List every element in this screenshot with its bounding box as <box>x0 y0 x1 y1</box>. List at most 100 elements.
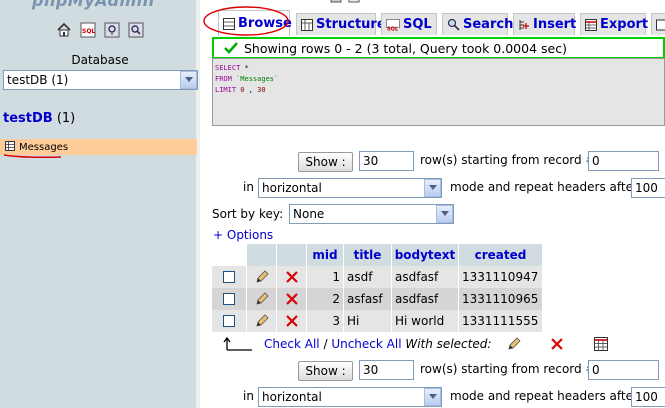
cell-bodytext: Hi world <box>392 310 459 332</box>
operations-icon <box>656 19 665 31</box>
tab-export[interactable]: Export <box>580 13 649 35</box>
start-record-input-bottom[interactable]: 0 <box>588 360 659 380</box>
delete-icon[interactable] <box>285 292 299 306</box>
column-header-mid[interactable]: mid <box>307 244 344 266</box>
header-delete-col <box>277 244 307 266</box>
tab-structure-label: Structure <box>316 17 386 32</box>
sql-line-select: SELECT * <box>215 64 249 72</box>
cell-title: Hi <box>344 310 392 332</box>
column-header-title[interactable]: title <box>344 244 392 266</box>
database-name-link[interactable]: testDB <box>3 111 53 126</box>
home-icon[interactable] <box>56 22 72 38</box>
mode-repeat-text-top: mode and repeat headers after <box>450 180 638 194</box>
display-mode-value-bottom: horizontal <box>262 390 322 404</box>
edit-pencil-icon[interactable] <box>254 291 270 307</box>
sql-tab-icon: SQL <box>386 18 400 31</box>
phpmyadmin-logo[interactable]: phpMyAdmin <box>32 0 155 10</box>
row-checkbox[interactable] <box>223 315 235 327</box>
help-icon[interactable] <box>128 22 144 38</box>
success-check-icon <box>224 42 238 54</box>
rows-starting-text-top: row(s) starting from record # <box>420 153 596 167</box>
database-label: Database <box>71 53 129 67</box>
with-selected-label: With selected: <box>405 337 492 351</box>
tab-search[interactable]: Search <box>442 13 513 35</box>
options-link[interactable]: + Options <box>213 228 273 242</box>
table-icon[interactable] <box>5 140 15 154</box>
table-row: 2 asfasf asdfasf 1331110965 <box>212 288 543 310</box>
success-message: Showing rows 0 - 2 (3 total, Query took … <box>212 37 665 59</box>
row-checkbox[interactable] <box>223 271 235 283</box>
row-checkbox[interactable] <box>223 293 235 305</box>
cell-created: 1331111555 <box>459 310 543 332</box>
table-row: 3 Hi Hi world 1331111555 <box>212 310 543 332</box>
chevron-down-icon[interactable] <box>180 71 197 89</box>
bulk-edit-pencil-icon[interactable] <box>506 336 522 352</box>
display-mode-select-bottom[interactable]: horizontal <box>258 387 442 407</box>
rows-starting-text-bottom: row(s) starting from record # <box>420 362 596 376</box>
database-select-value: testDB (1) <box>7 73 69 87</box>
sort-by-key-label: Sort by key: <box>212 207 284 221</box>
cell-title: asfasf <box>344 288 392 310</box>
bulk-export-icon[interactable] <box>594 337 608 351</box>
delete-icon[interactable] <box>285 270 299 284</box>
display-mode-select-top[interactable]: horizontal <box>258 178 442 198</box>
rows-per-page-input-bottom[interactable]: 30 <box>359 360 414 380</box>
show-button-top[interactable]: Show : <box>298 152 353 172</box>
in-text-bottom: in <box>243 389 254 403</box>
sort-by-key-value: None <box>293 207 325 221</box>
table-header-row: mid title bodytext created <box>212 244 543 266</box>
tab-sql[interactable]: SQL SQL <box>381 13 437 35</box>
cell-mid: 2 <box>307 288 344 310</box>
tab-search-label: Search <box>463 17 514 32</box>
database-title: testDB (1) <box>3 111 75 126</box>
red-underline-annotation <box>3 154 62 158</box>
uncheck-all-link[interactable]: Uncheck All <box>331 337 401 351</box>
sort-by-key-select[interactable]: None <box>289 204 454 224</box>
rows-per-page-input-top[interactable]: 30 <box>359 151 414 171</box>
sql-icon[interactable]: SQL <box>80 22 96 38</box>
display-mode-value-top: horizontal <box>262 181 322 195</box>
mode-repeat-text-bottom: mode and repeat headers after <box>450 389 638 403</box>
start-record-input-top[interactable]: 0 <box>588 151 659 171</box>
check-all-link[interactable]: Check All <box>264 337 320 351</box>
bulk-actions: Check All / Uncheck All With selected: <box>264 337 491 351</box>
tab-insert-label: Insert <box>533 17 577 32</box>
repeat-headers-input-bottom[interactable]: 100 <box>631 387 665 407</box>
tab-export-label: Export <box>600 17 649 32</box>
query-window-icon[interactable] <box>104 22 120 38</box>
bulk-separator: / <box>323 337 328 351</box>
show-button-bottom[interactable]: Show : <box>298 361 353 381</box>
arrow-left-up-icon <box>223 336 252 351</box>
header-edit-col <box>247 244 277 266</box>
database-table-count: (1) <box>56 111 76 126</box>
edit-pencil-icon[interactable] <box>254 313 270 329</box>
sidebar-table-name[interactable]: Messages <box>19 142 68 153</box>
red-circle-annotation <box>203 6 289 36</box>
edit-pencil-icon[interactable] <box>254 269 270 285</box>
tab-structure[interactable]: Structure <box>296 13 386 35</box>
success-message-text: Showing rows 0 - 2 (3 total, Query took … <box>244 40 567 56</box>
bulk-delete-icon[interactable] <box>550 337 564 351</box>
sql-query-box[interactable]: SELECT * FROM `Messages` LIMIT 0 , 30 <box>212 58 665 126</box>
chevron-down-icon[interactable] <box>424 388 441 406</box>
repeat-headers-input-top[interactable]: 100 <box>631 178 665 198</box>
cell-bodytext: asdfasf <box>392 288 459 310</box>
navigation-sidebar: phpMyAdmin SQL Database testDB (1) testD… <box>0 0 200 408</box>
chevron-down-icon[interactable] <box>436 205 453 223</box>
server-icon[interactable] <box>330 0 342 4</box>
database-icon[interactable] <box>348 0 360 4</box>
column-header-created[interactable]: created <box>459 244 543 266</box>
export-icon <box>585 18 597 31</box>
column-header-bodytext[interactable]: bodytext <box>392 244 459 266</box>
database-select[interactable]: testDB (1) <box>3 70 198 90</box>
in-text-top: in <box>243 180 254 194</box>
cell-mid: 1 <box>307 266 344 288</box>
chevron-down-icon[interactable] <box>424 179 441 197</box>
insert-icon <box>518 19 530 31</box>
delete-icon[interactable] <box>285 314 299 328</box>
header-spacer <box>212 244 247 266</box>
svg-text:SQL: SQL <box>387 26 399 31</box>
tab-overflow[interactable] <box>651 13 665 35</box>
tab-insert[interactable]: Insert <box>513 13 577 35</box>
table-row: 1 asdf asdfasf 1331110947 <box>212 266 543 288</box>
